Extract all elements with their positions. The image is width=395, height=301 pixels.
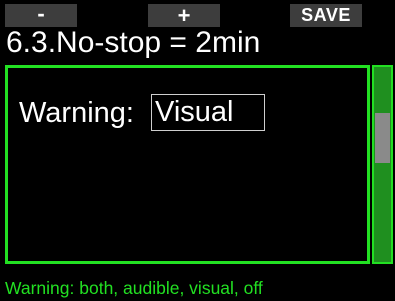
increase-button[interactable]: + <box>148 4 220 28</box>
warning-value-field[interactable]: Visual <box>151 94 265 131</box>
scrollbar[interactable] <box>372 65 393 264</box>
scrollbar-thumb[interactable] <box>375 113 390 163</box>
decrease-button[interactable]: - <box>5 3 77 27</box>
options-hint: Warning: both, audible, visual, off <box>5 278 263 298</box>
warning-label: Warning: <box>19 97 134 129</box>
settings-panel: Warning: Visual <box>5 65 370 264</box>
save-button[interactable]: SAVE <box>290 4 362 27</box>
page-title: 6.3.No-stop = 2min <box>6 26 261 59</box>
